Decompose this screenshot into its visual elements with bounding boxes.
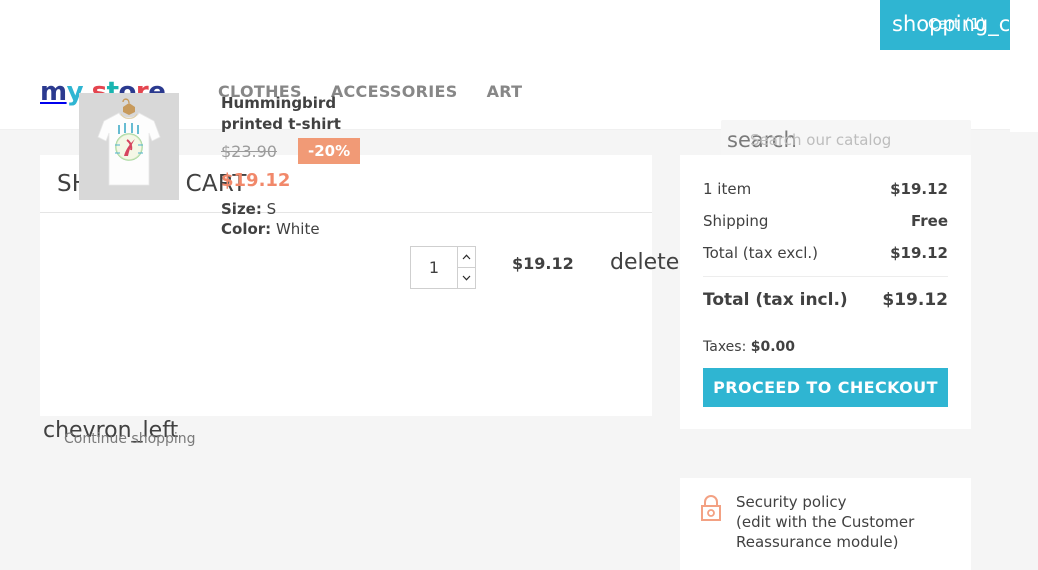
cart-button[interactable]: shopping_cart Cart (1) (880, 0, 1038, 50)
header-top-bar: shopping_cart Cart (1) (0, 0, 1038, 50)
chevron-down-icon (462, 275, 471, 281)
discount-badge: -20% (298, 138, 361, 164)
cart-summary-panel: 1 item $19.12 Shipping Free Total (tax e… (680, 155, 971, 429)
summary-total-incl-label: Total (tax incl.) (703, 290, 848, 310)
quantity-stepper[interactable] (410, 246, 476, 289)
nav-item-art[interactable]: ART (487, 82, 523, 101)
summary-row-shipping: Shipping Free (703, 205, 948, 237)
logo-letter-m: m (40, 77, 67, 107)
summary-total-excl-value: $19.12 (890, 244, 948, 262)
summary-items-label: 1 item (703, 180, 752, 198)
delete-icon[interactable]: delete (610, 250, 679, 276)
attribute-color-value: White (275, 220, 320, 238)
tshirt-image (79, 93, 179, 200)
summary-shipping-label: Shipping (703, 212, 769, 230)
quantity-decrease-button[interactable] (458, 267, 476, 289)
viewport-right-gutter (1010, 132, 1038, 542)
security-policy-subtitle: (edit with the Customer Reassurance modu… (736, 513, 915, 551)
continue-shopping-area[interactable]: chevron_left Continue shopping (40, 418, 652, 458)
search-input-placeholder[interactable]: Search our catalog (750, 131, 891, 150)
taxes-line: Taxes: $0.00 (703, 339, 948, 355)
attribute-size-label: Size: (221, 200, 262, 218)
lock-icon (698, 494, 724, 526)
reassurance-block: Security policy (edit with the Customer … (680, 478, 971, 570)
quantity-increase-button[interactable] (458, 246, 476, 267)
attribute-color-label: Color: (221, 220, 272, 238)
continue-shopping-link[interactable]: Continue shopping (64, 430, 196, 449)
line-item-total: $19.12 (512, 254, 574, 273)
viewport-right-gutter-top (1010, 0, 1038, 132)
product-info: Hummingbird printed t-shirt $23.90 -20% … (221, 93, 401, 239)
summary-row-total-incl: Total (tax incl.) $19.12 (703, 277, 948, 317)
cart-count-label: Cart (1) (928, 15, 986, 33)
current-price: $19.12 (221, 170, 291, 191)
summary-shipping-value: Free (910, 212, 948, 230)
security-policy-item: Security policy (edit with the Customer … (698, 492, 953, 552)
attribute-size: Size: S (221, 199, 401, 219)
product-name[interactable]: Hummingbird printed t-shirt (221, 93, 401, 135)
security-policy-title: Security policy (736, 493, 847, 511)
summary-row-total-excl: Total (tax excl.) $19.12 (703, 237, 948, 276)
quantity-input[interactable] (410, 246, 458, 289)
cart-item-row (40, 213, 652, 416)
taxes-label: Taxes: (703, 339, 747, 355)
price-row: $23.90 -20% (221, 138, 401, 167)
chevron-up-icon (462, 254, 471, 260)
quantity-buttons (458, 246, 476, 289)
security-policy-text: Security policy (edit with the Customer … (736, 492, 953, 552)
product-name-link[interactable]: Hummingbird printed t-shirt (221, 94, 341, 133)
attribute-color: Color: White (221, 219, 401, 239)
summary-total-incl-value: $19.12 (882, 290, 948, 310)
proceed-to-checkout-button[interactable]: PROCEED TO CHECKOUT (703, 368, 948, 407)
summary-row-items: 1 item $19.12 (703, 173, 948, 205)
attribute-size-value: S (266, 200, 277, 218)
summary-total-excl-label: Total (tax excl.) (703, 244, 818, 262)
cart-footer: chevron_left Continue shopping (40, 418, 652, 458)
regular-price: $23.90 (221, 142, 277, 161)
summary-items-value: $19.12 (890, 180, 948, 198)
taxes-value: $0.00 (750, 339, 796, 355)
product-thumbnail[interactable] (79, 93, 179, 200)
